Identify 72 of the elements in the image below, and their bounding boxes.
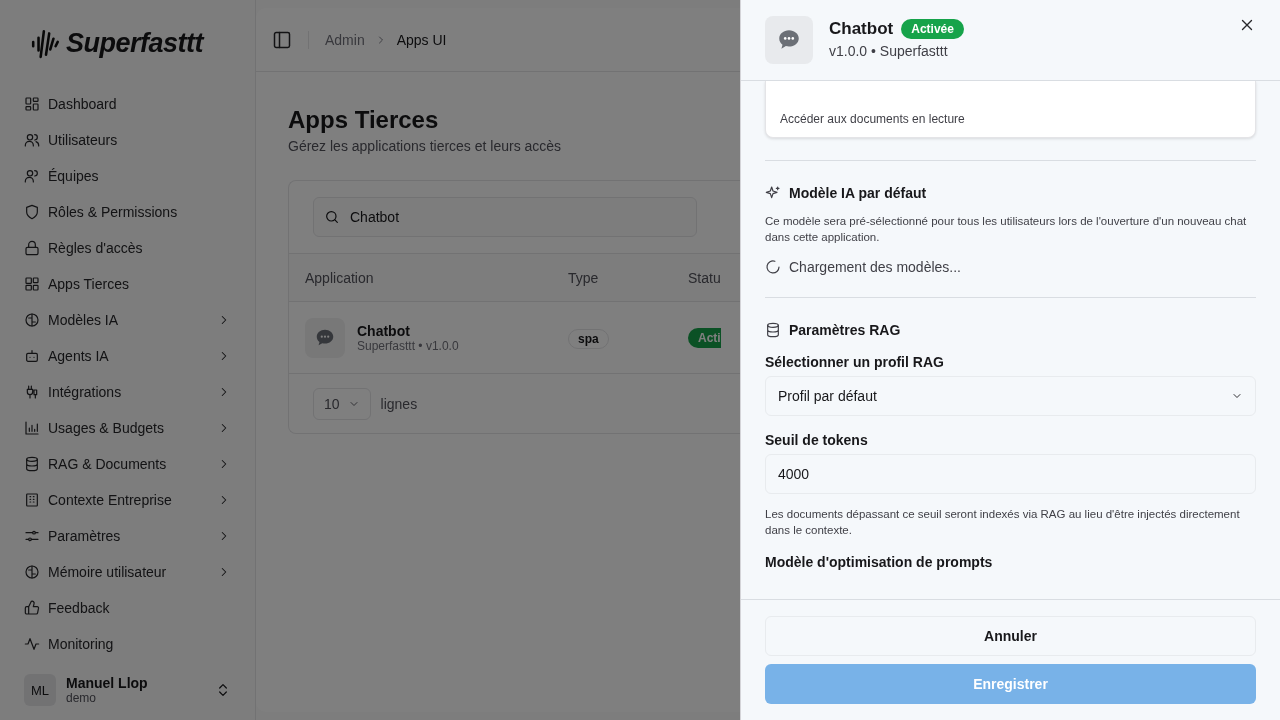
sidebar-item[interactable]: Monitoring <box>16 626 239 660</box>
page-title: Apps Tierces <box>288 106 440 134</box>
sidebar-toggle-button[interactable] <box>272 29 292 50</box>
status-badge: Activée <box>901 19 964 39</box>
cancel-button[interactable]: Annuler <box>765 616 1256 656</box>
nav-icon <box>24 492 40 508</box>
column-header: Statu <box>688 269 722 286</box>
section-title: Paramètres RAG <box>789 322 901 338</box>
token-threshold-field[interactable]: 4000 <box>765 454 1256 494</box>
page-size-label: lignes <box>380 395 418 412</box>
drawer-title: Chatbot <box>829 19 894 39</box>
user-role: demo <box>66 691 98 705</box>
field-label: Modèle d'optimisation de prompts <box>765 554 994 570</box>
chat-bubble-icon <box>765 16 813 64</box>
sidebar-item[interactable]: Usages & Budgets <box>16 410 239 446</box>
sparkle-icon <box>765 185 781 201</box>
sidebar-item[interactable]: Règles d'accès <box>16 230 239 266</box>
sidebar-item[interactable]: Intégrations <box>16 374 239 410</box>
search-field[interactable]: Chatbot <box>313 197 697 237</box>
brand-name: Superfasttt <box>66 27 203 59</box>
nav-icon <box>24 168 40 184</box>
breadcrumb-item[interactable]: Admin <box>325 31 365 48</box>
nav-icon <box>24 528 40 544</box>
section-description: Ce modèle sera pré-sélectionné pour tous les utilisateurs lors de l'ouverture d'un nouveau chat dans cette application. <box>765 214 1248 245</box>
sidebar-item[interactable]: Apps Tierces <box>16 266 239 302</box>
sidebar-item[interactable]: Équipes <box>16 158 239 194</box>
page-subtitle: Gérez les applications tierces et leurs accès <box>288 138 563 154</box>
nav-icon <box>24 420 40 436</box>
breadcrumb-item: Apps UI <box>396 31 447 48</box>
page-size-select[interactable]: 10 <box>313 387 371 420</box>
nav-icon <box>24 564 40 580</box>
sidebar-item[interactable]: Modèles IA <box>16 302 239 338</box>
nav-icon <box>24 348 40 364</box>
profile-select[interactable]: Profil par défaut <box>765 376 1256 416</box>
logo-mark-icon <box>30 27 62 59</box>
nav-icon <box>24 204 40 220</box>
sidebar-item[interactable]: Rôles & Permissions <box>16 194 239 230</box>
sidebar-item[interactable]: Feedback <box>16 590 239 626</box>
user-avatar: ML <box>24 674 56 706</box>
column-header: Application <box>304 269 375 286</box>
loading-text: Chargement des modèles... <box>789 259 961 275</box>
sidebar-item[interactable]: Utilisateurs <box>16 122 239 158</box>
permission-description: Accéder aux documents en lecture <box>780 112 965 126</box>
app-meta: Superfasttt • v1.0.0 <box>357 338 459 353</box>
field-label: Sélectionner un profil RAG <box>765 354 945 370</box>
drawer-subtitle: v1.0.0 • Superfasttt <box>829 43 949 59</box>
search-icon <box>324 209 340 225</box>
field-help: Les documents dépassant ce seuil seront indexés via RAG au lieu d'être injectés directement dans le contexte. <box>765 507 1241 538</box>
status-badge: Acti <box>688 327 721 348</box>
nav-icon <box>24 600 40 616</box>
nav-icon <box>24 312 40 328</box>
nav-icon <box>24 384 40 400</box>
sidebar-item[interactable]: Contexte Entreprise <box>16 482 239 518</box>
app-name: Chatbot <box>357 322 411 339</box>
field-label: Seuil de tokens <box>765 432 869 448</box>
nav-icon <box>24 276 40 292</box>
sidebar-item[interactable]: RAG & Documents <box>16 446 239 482</box>
section-title: Modèle IA par défaut <box>789 185 927 201</box>
nav-icon <box>24 456 40 472</box>
sidebar-item[interactable]: Dashboard <box>16 86 239 122</box>
nav-icon <box>24 132 40 148</box>
column-header: Type <box>568 269 600 286</box>
database-icon <box>765 322 781 338</box>
chat-bubble-icon <box>305 317 345 358</box>
nav-icon <box>24 636 40 652</box>
sidebar-item[interactable]: Agents IA <box>16 338 239 374</box>
nav-icon <box>24 96 40 112</box>
sidebar-item[interactable]: Mémoire utilisateur <box>16 554 239 590</box>
spinner-icon <box>765 259 781 275</box>
user-name: Manuel Llop <box>66 675 149 691</box>
nav-icon <box>24 240 40 256</box>
sidebar-item[interactable]: Paramètres <box>16 518 239 554</box>
